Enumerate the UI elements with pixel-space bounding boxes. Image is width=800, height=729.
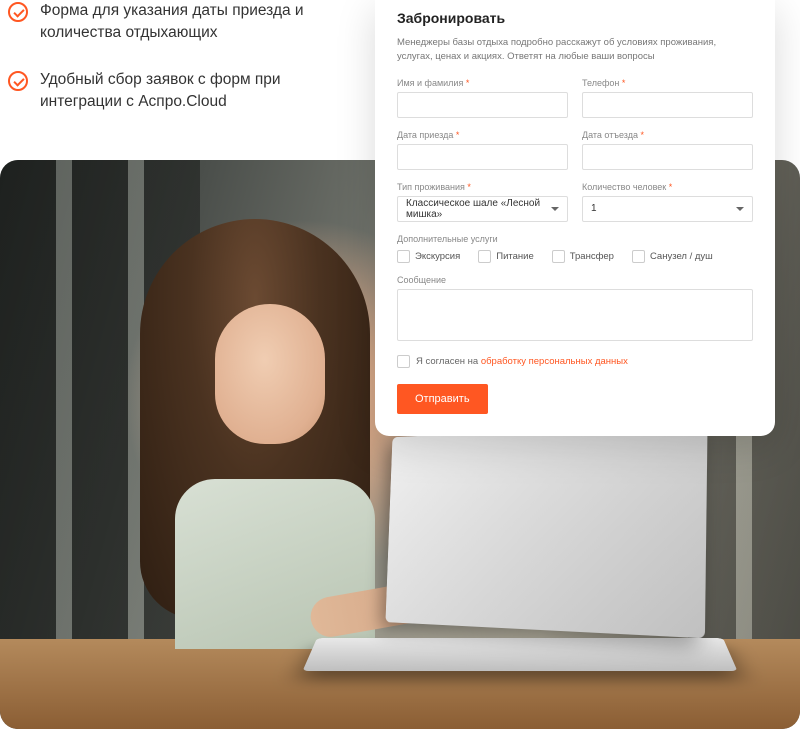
message-label: Сообщение — [397, 275, 753, 285]
feature-list: Форма для указания даты приезда и количе… — [8, 0, 348, 138]
booking-form-card: Забронировать Менеджеры базы отдыха подр… — [375, 0, 775, 436]
check-circle-icon — [8, 71, 28, 91]
consent-text: Я согласен на обработку персональных дан… — [416, 356, 628, 367]
feature-text: Удобный сбор заявок с форм при интеграци… — [40, 69, 348, 114]
chevron-down-icon — [736, 207, 744, 211]
checkbox-icon — [478, 250, 491, 263]
arrival-input[interactable] — [397, 144, 568, 170]
consent-link[interactable]: обработку персональных данных — [481, 356, 628, 367]
feature-text: Форма для указания даты приезда и количе… — [40, 0, 348, 45]
service-checkbox-bathroom[interactable]: Санузел / душ — [632, 250, 713, 263]
type-select[interactable]: Классическое шале «Лесной мишка» — [397, 196, 568, 222]
type-select-value: Классическое шале «Лесной мишка» — [406, 198, 551, 220]
service-checkbox-transfer[interactable]: Трансфер — [552, 250, 614, 263]
consent-row: Я согласен на обработку персональных дан… — [397, 355, 753, 368]
checkbox-icon — [632, 250, 645, 263]
service-checkbox-food[interactable]: Питание — [478, 250, 534, 263]
people-select-value: 1 — [591, 203, 597, 214]
type-label: Тип проживания * — [397, 182, 568, 192]
form-title: Забронировать — [397, 10, 753, 26]
message-textarea[interactable] — [397, 289, 753, 341]
feature-item: Форма для указания даты приезда и количе… — [8, 0, 348, 45]
form-description: Менеджеры базы отдыха подробно расскажут… — [397, 36, 753, 64]
laptop-illustration — [310, 429, 740, 689]
consent-checkbox[interactable] — [397, 355, 410, 368]
name-label: Имя и фамилия * — [397, 78, 568, 88]
check-circle-icon — [8, 2, 28, 22]
services-label: Дополнительные услуги — [397, 234, 753, 244]
arrival-label: Дата приезда * — [397, 130, 568, 140]
departure-input[interactable] — [582, 144, 753, 170]
name-input[interactable] — [397, 92, 568, 118]
phone-input[interactable] — [582, 92, 753, 118]
chevron-down-icon — [551, 207, 559, 211]
people-label: Количество человек * — [582, 182, 753, 192]
feature-item: Удобный сбор заявок с форм при интеграци… — [8, 69, 348, 114]
checkbox-icon — [552, 250, 565, 263]
services-checkboxes: Экскурсия Питание Трансфер Санузел / душ — [397, 250, 753, 263]
departure-label: Дата отъезда * — [582, 130, 753, 140]
service-checkbox-excursion[interactable]: Экскурсия — [397, 250, 460, 263]
checkbox-icon — [397, 250, 410, 263]
submit-button[interactable]: Отправить — [397, 384, 488, 414]
phone-label: Телефон * — [582, 78, 753, 88]
people-select[interactable]: 1 — [582, 196, 753, 222]
